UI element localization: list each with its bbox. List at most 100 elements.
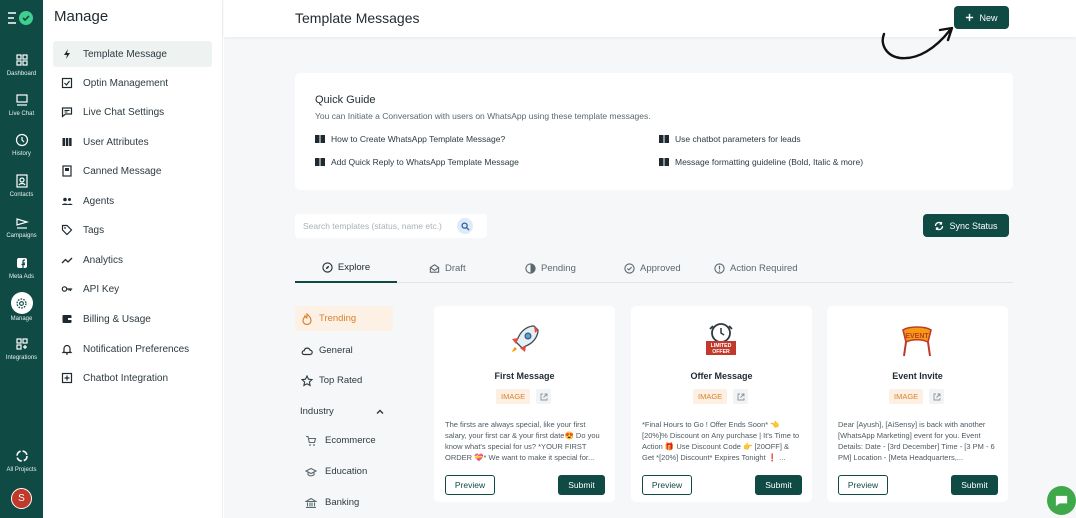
sidebar-item-api-key[interactable]: API Key — [53, 276, 212, 302]
history-icon — [15, 133, 28, 147]
rail-item-dashboard[interactable]: Dashboard — [0, 52, 43, 77]
category-general[interactable]: General — [295, 338, 393, 363]
rail-label: Live Chat — [8, 111, 35, 117]
rail-label: Contacts — [9, 192, 34, 198]
sidebar-item-label: Agents — [83, 195, 115, 207]
rail-active-indicator — [10, 292, 33, 314]
industry-education[interactable]: Education — [295, 459, 393, 484]
manage-sidebar: Manage Template Message Optin Management… — [43, 0, 223, 518]
new-button-label: New — [979, 12, 998, 23]
sidebar-item-label: Chatbot Integration — [83, 372, 169, 384]
sidebar-title: Manage — [54, 8, 109, 25]
tab-explore[interactable]: Explore — [295, 254, 397, 283]
preview-button[interactable]: Preview — [642, 475, 692, 495]
rail-item-history[interactable]: History — [0, 132, 43, 157]
tab-label: Pending — [541, 263, 576, 274]
rail-item-contacts[interactable]: Contacts — [0, 173, 43, 198]
rail-item-campaigns[interactable]: Campaigns — [0, 214, 43, 239]
app-logo-icon[interactable] — [6, 8, 36, 28]
submit-button[interactable]: Submit — [558, 475, 605, 495]
rail-label: Integrations — [5, 355, 38, 361]
industry-toggle[interactable]: Industry — [295, 399, 393, 424]
submit-button[interactable]: Submit — [755, 475, 802, 495]
sidebar-item-label: Notification Preferences — [83, 343, 190, 355]
guide-link-chatbot-parameters[interactable]: Use chatbot parameters for leads — [659, 134, 801, 144]
main-content: Template Messages New Quick Guide You ca… — [224, 0, 1076, 518]
sidebar-item-label: Tags — [83, 224, 105, 236]
tab-draft[interactable]: Draft — [429, 254, 466, 283]
guide-link-create-template[interactable]: How to Create WhatsApp Template Message? — [315, 134, 505, 144]
guide-link-formatting[interactable]: Message formatting guideline (Bold, Ital… — [659, 157, 863, 167]
compass-icon — [322, 262, 333, 273]
document-icon — [62, 165, 72, 177]
preview-button[interactable]: Preview — [445, 475, 495, 495]
template-tabs: Explore Draft Pending Approved Action Re… — [295, 254, 1013, 283]
open-external-button[interactable] — [536, 389, 552, 404]
rail-label: Campaigns — [6, 233, 37, 239]
tab-pending[interactable]: Pending — [525, 254, 576, 283]
quick-guide-title: Quick Guide — [315, 94, 376, 106]
new-template-button[interactable]: New — [954, 6, 1009, 29]
sidebar-item-label: Canned Message — [83, 165, 162, 177]
chat-icon — [15, 94, 28, 106]
submit-button[interactable]: Submit — [951, 475, 998, 495]
search-input[interactable] — [295, 221, 455, 231]
sidebar-item-canned-message[interactable]: Canned Message — [53, 158, 212, 184]
guide-link-label: Message formatting guideline (Bold, Ital… — [675, 157, 864, 167]
plus-box-icon — [61, 372, 73, 384]
support-chat-button[interactable] — [1047, 486, 1076, 515]
sidebar-item-tags[interactable]: Tags — [53, 217, 212, 243]
external-link-icon — [933, 393, 941, 400]
card-title: Event Invite — [892, 371, 943, 381]
avatar[interactable]: S — [11, 488, 32, 509]
sidebar-item-agents[interactable]: Agents — [53, 188, 212, 214]
rail-item-meta-ads[interactable]: Meta Ads — [0, 255, 43, 280]
sidebar-item-template-message[interactable]: Template Message — [53, 41, 212, 67]
sidebar-item-chatbot-integration[interactable]: Chatbot Integration — [53, 365, 212, 391]
rail-item-all-projects[interactable]: All Projects — [0, 448, 43, 473]
tab-action-required[interactable]: Action Required — [714, 254, 798, 283]
bank-icon — [305, 497, 317, 508]
open-external-button[interactable] — [733, 389, 749, 404]
half-circle-icon — [525, 263, 536, 274]
search-button[interactable] — [457, 218, 473, 234]
template-card-event-invite: EVENT Event Invite IMAGE Dear [Ayush], [… — [827, 306, 1008, 502]
sidebar-item-notification-preferences[interactable]: Notification Preferences — [53, 336, 212, 362]
external-link-icon — [737, 393, 745, 400]
industry-ecommerce[interactable]: Ecommerce — [295, 428, 393, 453]
category-trending[interactable]: Trending — [295, 306, 393, 331]
columns-icon — [62, 138, 72, 146]
preview-button[interactable]: Preview — [838, 475, 888, 495]
sidebar-item-billing-usage[interactable]: Billing & Usage — [53, 306, 212, 332]
sidebar-item-optin-management[interactable]: Optin Management — [53, 70, 212, 96]
sidebar-item-analytics[interactable]: Analytics — [53, 247, 212, 273]
category-label: Top Rated — [319, 375, 363, 386]
tab-approved[interactable]: Approved — [624, 254, 681, 283]
plus-icon — [966, 13, 974, 22]
fire-icon — [302, 312, 312, 325]
sidebar-item-label: API Key — [83, 283, 120, 295]
card-title: Offer Message — [690, 371, 753, 381]
gear-icon — [16, 297, 27, 309]
sync-status-button[interactable]: Sync Status — [923, 214, 1009, 237]
book-icon — [315, 135, 325, 143]
category-top-rated[interactable]: Top Rated — [295, 368, 393, 393]
event-banner-icon: EVENT — [902, 326, 932, 357]
tag-icon — [61, 224, 73, 236]
open-external-button[interactable] — [929, 389, 945, 404]
rail-item-integrations[interactable]: Integrations — [0, 336, 43, 361]
sidebar-item-live-chat-settings[interactable]: Live Chat Settings — [53, 99, 212, 125]
industry-label: Ecommerce — [325, 435, 376, 446]
guide-link-quick-reply[interactable]: Add Quick Reply to WhatsApp Template Mes… — [315, 157, 519, 167]
sidebar-item-user-attributes[interactable]: User Attributes — [53, 129, 212, 155]
rail-item-manage[interactable]: Manage — [0, 292, 43, 322]
guide-link-label: How to Create WhatsApp Template Message? — [331, 134, 506, 144]
chat-bubble-icon — [61, 107, 73, 118]
template-card-offer-message: LIMITED OFFER Offer Message IMAGE *Final… — [631, 306, 812, 502]
industry-label: Banking — [325, 497, 360, 508]
limited-offer-text-2: OFFER — [712, 349, 730, 355]
guide-link-label: Add Quick Reply to WhatsApp Template Mes… — [331, 157, 519, 167]
industry-banking[interactable]: Banking — [295, 490, 393, 515]
sidebar-item-label: Live Chat Settings — [83, 106, 165, 118]
rail-item-live-chat[interactable]: Live Chat — [0, 92, 43, 117]
